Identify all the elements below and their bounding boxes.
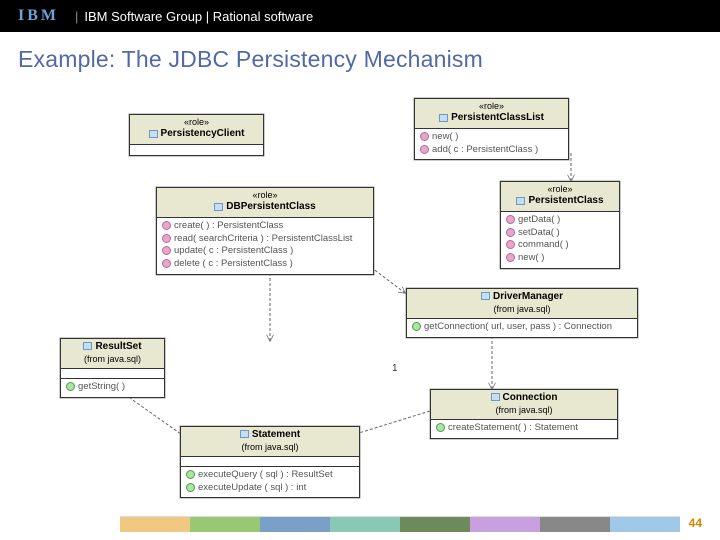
- class-icon: [439, 114, 448, 122]
- class-body: create( ) : PersistentClass read( search…: [157, 218, 373, 274]
- class-icon: [516, 197, 525, 205]
- operation-icon: [506, 215, 515, 224]
- operation: create( ) : PersistentClass: [174, 220, 283, 231]
- operation-icon: [162, 221, 171, 230]
- class-divider: [61, 369, 164, 379]
- class-result-set: ResultSet (from java.sql) getString( ): [60, 338, 165, 398]
- class-name: Statement: [252, 429, 300, 440]
- class-body: getData( ) setData( ) command( ) new( ): [501, 212, 619, 268]
- operation-icon: [412, 322, 421, 331]
- operation-icon: [162, 246, 171, 255]
- stereotype-label: «role»: [421, 101, 562, 112]
- operation-icon: [420, 132, 429, 141]
- class-name: Connection: [503, 392, 558, 403]
- operation: new( ): [432, 131, 458, 142]
- operation: new( ): [518, 252, 544, 263]
- class-statement: Statement (from java.sql) executeQuery (…: [180, 426, 360, 498]
- multiplicity-label: 1: [392, 363, 398, 374]
- class-name: DBPersistentClass: [226, 201, 315, 212]
- page-number: 44: [689, 516, 702, 530]
- stereotype-label: «role»: [163, 190, 367, 201]
- class-body: getString( ): [61, 379, 164, 397]
- operation: setData( ): [518, 227, 560, 238]
- class-from: (from java.sql): [437, 405, 611, 416]
- class-body: getConnection( url, user, pass ) : Conne…: [407, 319, 637, 337]
- operation-icon: [506, 228, 515, 237]
- header-bar: IBM | IBM Software Group | Rational soft…: [0, 0, 720, 32]
- operation: getConnection( url, user, pass ) : Conne…: [424, 321, 612, 332]
- footer-color-strip: [120, 516, 680, 532]
- class-icon: [481, 292, 490, 300]
- class-db-persistent-class: «role» DBPersistentClass create( ) : Per…: [156, 187, 374, 275]
- operation: update( c : PersistentClass ): [174, 245, 293, 256]
- operation: executeQuery ( sql ) : ResultSet: [198, 469, 333, 480]
- operation: getData( ): [518, 214, 560, 225]
- operation-icon: [186, 483, 195, 492]
- operation: add( c : PersistentClass ): [432, 144, 538, 155]
- operation: delete ( c : PersistentClass ): [174, 258, 293, 269]
- class-from: (from java.sql): [187, 442, 353, 453]
- class-name: DriverManager: [493, 291, 563, 302]
- class-body: new( ) add( c : PersistentClass ): [415, 129, 568, 160]
- header-text: IBM Software Group | Rational software: [84, 9, 313, 24]
- class-name: PersistentClassList: [451, 112, 544, 123]
- operation-icon: [420, 145, 429, 154]
- class-connection: Connection (from java.sql) createStateme…: [430, 389, 618, 439]
- class-from: (from java.sql): [413, 304, 631, 315]
- operation-icon: [66, 382, 75, 391]
- slide-title: Example: The JDBC Persistency Mechanism: [0, 32, 720, 81]
- class-icon: [491, 393, 500, 401]
- operation-icon: [162, 234, 171, 243]
- class-body: createStatement( ) : Statement: [431, 420, 617, 438]
- footer: 44: [0, 510, 720, 540]
- operation-icon: [436, 423, 445, 432]
- operation: read( searchCriteria ) : PersistentClass…: [174, 233, 352, 244]
- stereotype-label: «role»: [507, 184, 613, 195]
- operation: getString( ): [78, 381, 125, 392]
- class-persistent-class-list: «role» PersistentClassList new( ) add( c…: [414, 98, 569, 160]
- header-separator: |: [75, 9, 78, 24]
- class-name: PersistencyClient: [161, 128, 245, 139]
- operation-icon: [162, 259, 171, 268]
- class-icon: [83, 342, 92, 350]
- class-icon: [240, 430, 249, 438]
- operation: createStatement( ) : Statement: [448, 422, 578, 433]
- class-persistency-client: «role» PersistencyClient: [129, 114, 264, 156]
- operation: executeUpdate ( sql ) : int: [198, 482, 306, 493]
- class-icon: [214, 203, 223, 211]
- class-name: PersistentClass: [528, 195, 603, 206]
- stereotype-label: «role»: [136, 117, 257, 128]
- class-body: executeQuery ( sql ) : ResultSet execute…: [181, 467, 359, 498]
- class-driver-manager: DriverManager (from java.sql) getConnect…: [406, 288, 638, 338]
- diagram-canvas: «role» PersistencyClient «role» Persiste…: [0, 81, 720, 521]
- class-from: (from java.sql): [67, 354, 158, 365]
- class-persistent-class: «role» PersistentClass getData( ) setDat…: [500, 181, 620, 269]
- operation-icon: [186, 470, 195, 479]
- operation: command( ): [518, 239, 569, 250]
- class-name: ResultSet: [95, 341, 141, 352]
- class-body: [130, 145, 263, 155]
- class-divider: [181, 457, 359, 467]
- operation-icon: [506, 240, 515, 249]
- operation-icon: [506, 253, 515, 262]
- ibm-logo: IBM: [18, 7, 59, 25]
- class-icon: [149, 130, 158, 138]
